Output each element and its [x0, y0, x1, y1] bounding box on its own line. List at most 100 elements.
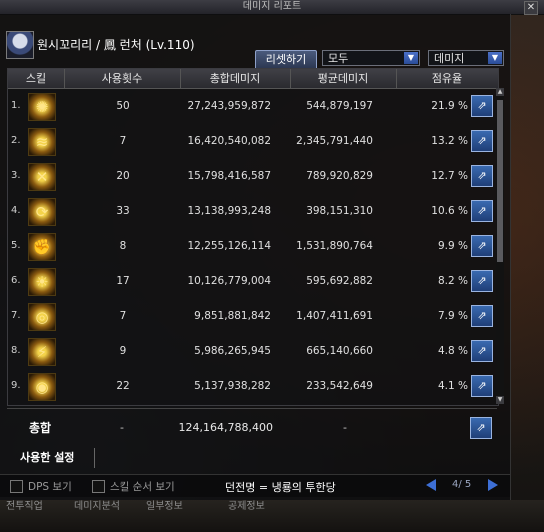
total-label: 총합 — [29, 421, 52, 435]
row-index: 7. — [11, 310, 21, 321]
window-titlebar[interactable]: 데미지 리포트 ✕ — [0, 0, 544, 15]
scroll-thumb[interactable] — [497, 100, 503, 262]
table-row[interactable]: 5. ✊ 8 12,255,126,114 1,531,890,764 9.9 % ⇗ — [8, 229, 498, 264]
uses-count: 33 — [116, 205, 130, 217]
cross-blast-icon: ✕ — [28, 163, 56, 191]
share-percent: 7.9 % — [437, 310, 468, 322]
total-damage: 10,126,779,004 — [187, 275, 272, 287]
reset-button[interactable]: 리셋하기 — [255, 50, 317, 70]
row-index: 5. — [11, 240, 21, 251]
table-row[interactable]: 2. ≋ 7 16,420,540,082 2,345,791,440 13.2 % ⇗ — [8, 124, 498, 159]
scroll-down-icon[interactable]: ▼ — [496, 396, 504, 404]
share-icon[interactable]: ⇗ — [471, 200, 493, 222]
bottom-tab-1[interactable]: 데미지분석 — [74, 500, 120, 514]
dps-label: DPS 보기 — [28, 481, 72, 493]
uses-count: 7 — [119, 135, 127, 147]
bottom-tab-2[interactable]: 일부정보 — [146, 500, 183, 514]
prev-page-icon[interactable] — [426, 479, 436, 491]
total-avg-value: - — [343, 421, 347, 434]
metric-select-value: 데미지 — [434, 52, 465, 65]
share-percent: 21.9 % — [431, 100, 468, 112]
scroll-up-icon[interactable]: ▲ — [496, 88, 504, 96]
avg-damage: 544,879,197 — [306, 100, 373, 112]
share-icon[interactable]: ⇗ — [470, 417, 492, 439]
share-percent: 13.2 % — [431, 135, 468, 147]
row-index: 1. — [11, 100, 21, 111]
share-icon[interactable]: ⇗ — [471, 305, 493, 327]
table-row[interactable]: 4. ⟳ 33 13,138,993,248 398,151,310 10.6 % ⇗ — [8, 194, 498, 229]
spiral-cannon-icon: ⟳ — [28, 198, 56, 226]
table-row[interactable]: 1. ✺ 50 27,243,959,872 544,879,197 21.9 % ⇗ — [8, 89, 498, 124]
avatar — [6, 31, 34, 59]
bottom-tab-0[interactable]: 전투직업 — [6, 500, 43, 514]
total-damage: 12,255,126,114 — [187, 240, 272, 252]
share-icon[interactable]: ⇗ — [471, 270, 493, 292]
total-damage: 5,137,938,282 — [194, 380, 271, 392]
total-damage: 16,420,540,082 — [187, 135, 272, 147]
slash-wave-icon: ⚡ — [28, 338, 56, 366]
table-row[interactable]: 8. ⚡ 9 5,986,265,945 665,140,660 4.8 % ⇗ — [8, 334, 498, 369]
uses-count: 17 — [116, 275, 130, 287]
share-percent: 8.2 % — [437, 275, 468, 287]
share-percent: 12.7 % — [431, 170, 468, 182]
share-percent: 10.6 % — [431, 205, 468, 217]
used-settings-tab[interactable]: 사용한 설정 — [12, 448, 95, 468]
row-index: 4. — [11, 205, 21, 216]
close-icon[interactable]: ✕ — [524, 1, 538, 15]
chevron-down-icon: ▼ — [488, 52, 502, 64]
filter-select[interactable]: 모두 ▼ — [322, 50, 420, 66]
share-icon[interactable]: ⇗ — [471, 375, 493, 397]
row-index: 9. — [11, 380, 21, 391]
dungeon-name: 던전명 = 냉룡의 투한당 — [225, 481, 336, 494]
avg-damage: 2,345,791,440 — [296, 135, 373, 147]
share-icon[interactable]: ⇗ — [471, 165, 493, 187]
uses-count: 22 — [116, 380, 130, 392]
avg-damage: 233,542,649 — [306, 380, 373, 392]
dps-checkbox[interactable] — [10, 480, 23, 493]
table-row[interactable]: 7. ◎ 7 9,851,881,842 1,407,411,691 7.9 % ⇗ — [8, 299, 498, 334]
metric-select[interactable]: 데미지 ▼ — [428, 50, 504, 66]
total-damage: 27,243,959,872 — [187, 100, 272, 112]
table-row[interactable]: 6. ☀ 17 10,126,779,004 595,692,882 8.2 % ⇗ — [8, 264, 498, 299]
bottom-tab-3[interactable]: 공제정보 — [228, 500, 265, 514]
row-index: 8. — [11, 345, 21, 356]
avg-damage: 1,407,411,691 — [296, 310, 373, 322]
table-scrollbar[interactable]: ▲ ▼ — [496, 88, 504, 404]
total-damage-value: 124,164,788,400 — [178, 421, 273, 434]
skill-order-label: 스킬 순서 보기 — [110, 481, 175, 493]
avg-damage: 665,140,660 — [306, 345, 373, 357]
table-row[interactable]: 3. ✕ 20 15,798,416,587 789,920,829 12.7 % ⇗ — [8, 159, 498, 194]
filter-select-value: 모두 — [328, 52, 349, 65]
uses-count: 8 — [119, 240, 127, 252]
avg-damage: 1,531,890,764 — [296, 240, 373, 252]
next-page-icon[interactable] — [488, 479, 498, 491]
game-bottom-tabs: 전투직업 데미지분석 일부정보 공제정보 — [0, 500, 544, 532]
header-avg-damage[interactable]: 평균데미지 — [290, 69, 397, 88]
skill-order-checkbox[interactable] — [92, 480, 105, 493]
gear-burst-icon: ✺ — [28, 93, 56, 121]
total-uses: - — [120, 421, 124, 434]
total-damage: 13,138,993,248 — [187, 205, 272, 217]
page-indicator: 4/ 5 — [452, 479, 472, 490]
character-name: 원시꼬리리 / 鳳 런처 (Lv.110) — [37, 38, 195, 52]
share-icon[interactable]: ⇗ — [471, 235, 493, 257]
header-total-damage[interactable]: 총합데미지 — [180, 69, 291, 88]
footer-bar: DPS 보기 스킬 순서 보기 던전명 = 냉룡의 투한당 4/ 5 — [0, 474, 510, 497]
header-share[interactable]: 점유율 — [396, 69, 498, 88]
row-index: 3. — [11, 170, 21, 181]
skill-damage-table: 스킬 사용횟수 총합데미지 평균데미지 점유율 1. ✺ 50 27,243,959,… — [7, 68, 499, 406]
header-skill[interactable]: 스킬 — [8, 69, 65, 88]
header-uses[interactable]: 사용횟수 — [64, 69, 181, 88]
rings-icon: ◎ — [28, 303, 56, 331]
chevron-down-icon: ▼ — [404, 52, 418, 64]
share-percent: 4.1 % — [437, 380, 468, 392]
sun-burst-icon: ☀ — [28, 268, 56, 296]
share-percent: 4.8 % — [437, 345, 468, 357]
table-row[interactable]: 9. ◉ 22 5,137,938,282 233,542,649 4.1 % ⇗ — [8, 369, 498, 404]
uses-count: 50 — [116, 100, 130, 112]
share-icon[interactable]: ⇗ — [471, 340, 493, 362]
share-icon[interactable]: ⇗ — [471, 130, 493, 152]
share-icon[interactable]: ⇗ — [471, 95, 493, 117]
avg-damage: 789,920,829 — [306, 170, 373, 182]
row-index: 6. — [11, 275, 21, 286]
